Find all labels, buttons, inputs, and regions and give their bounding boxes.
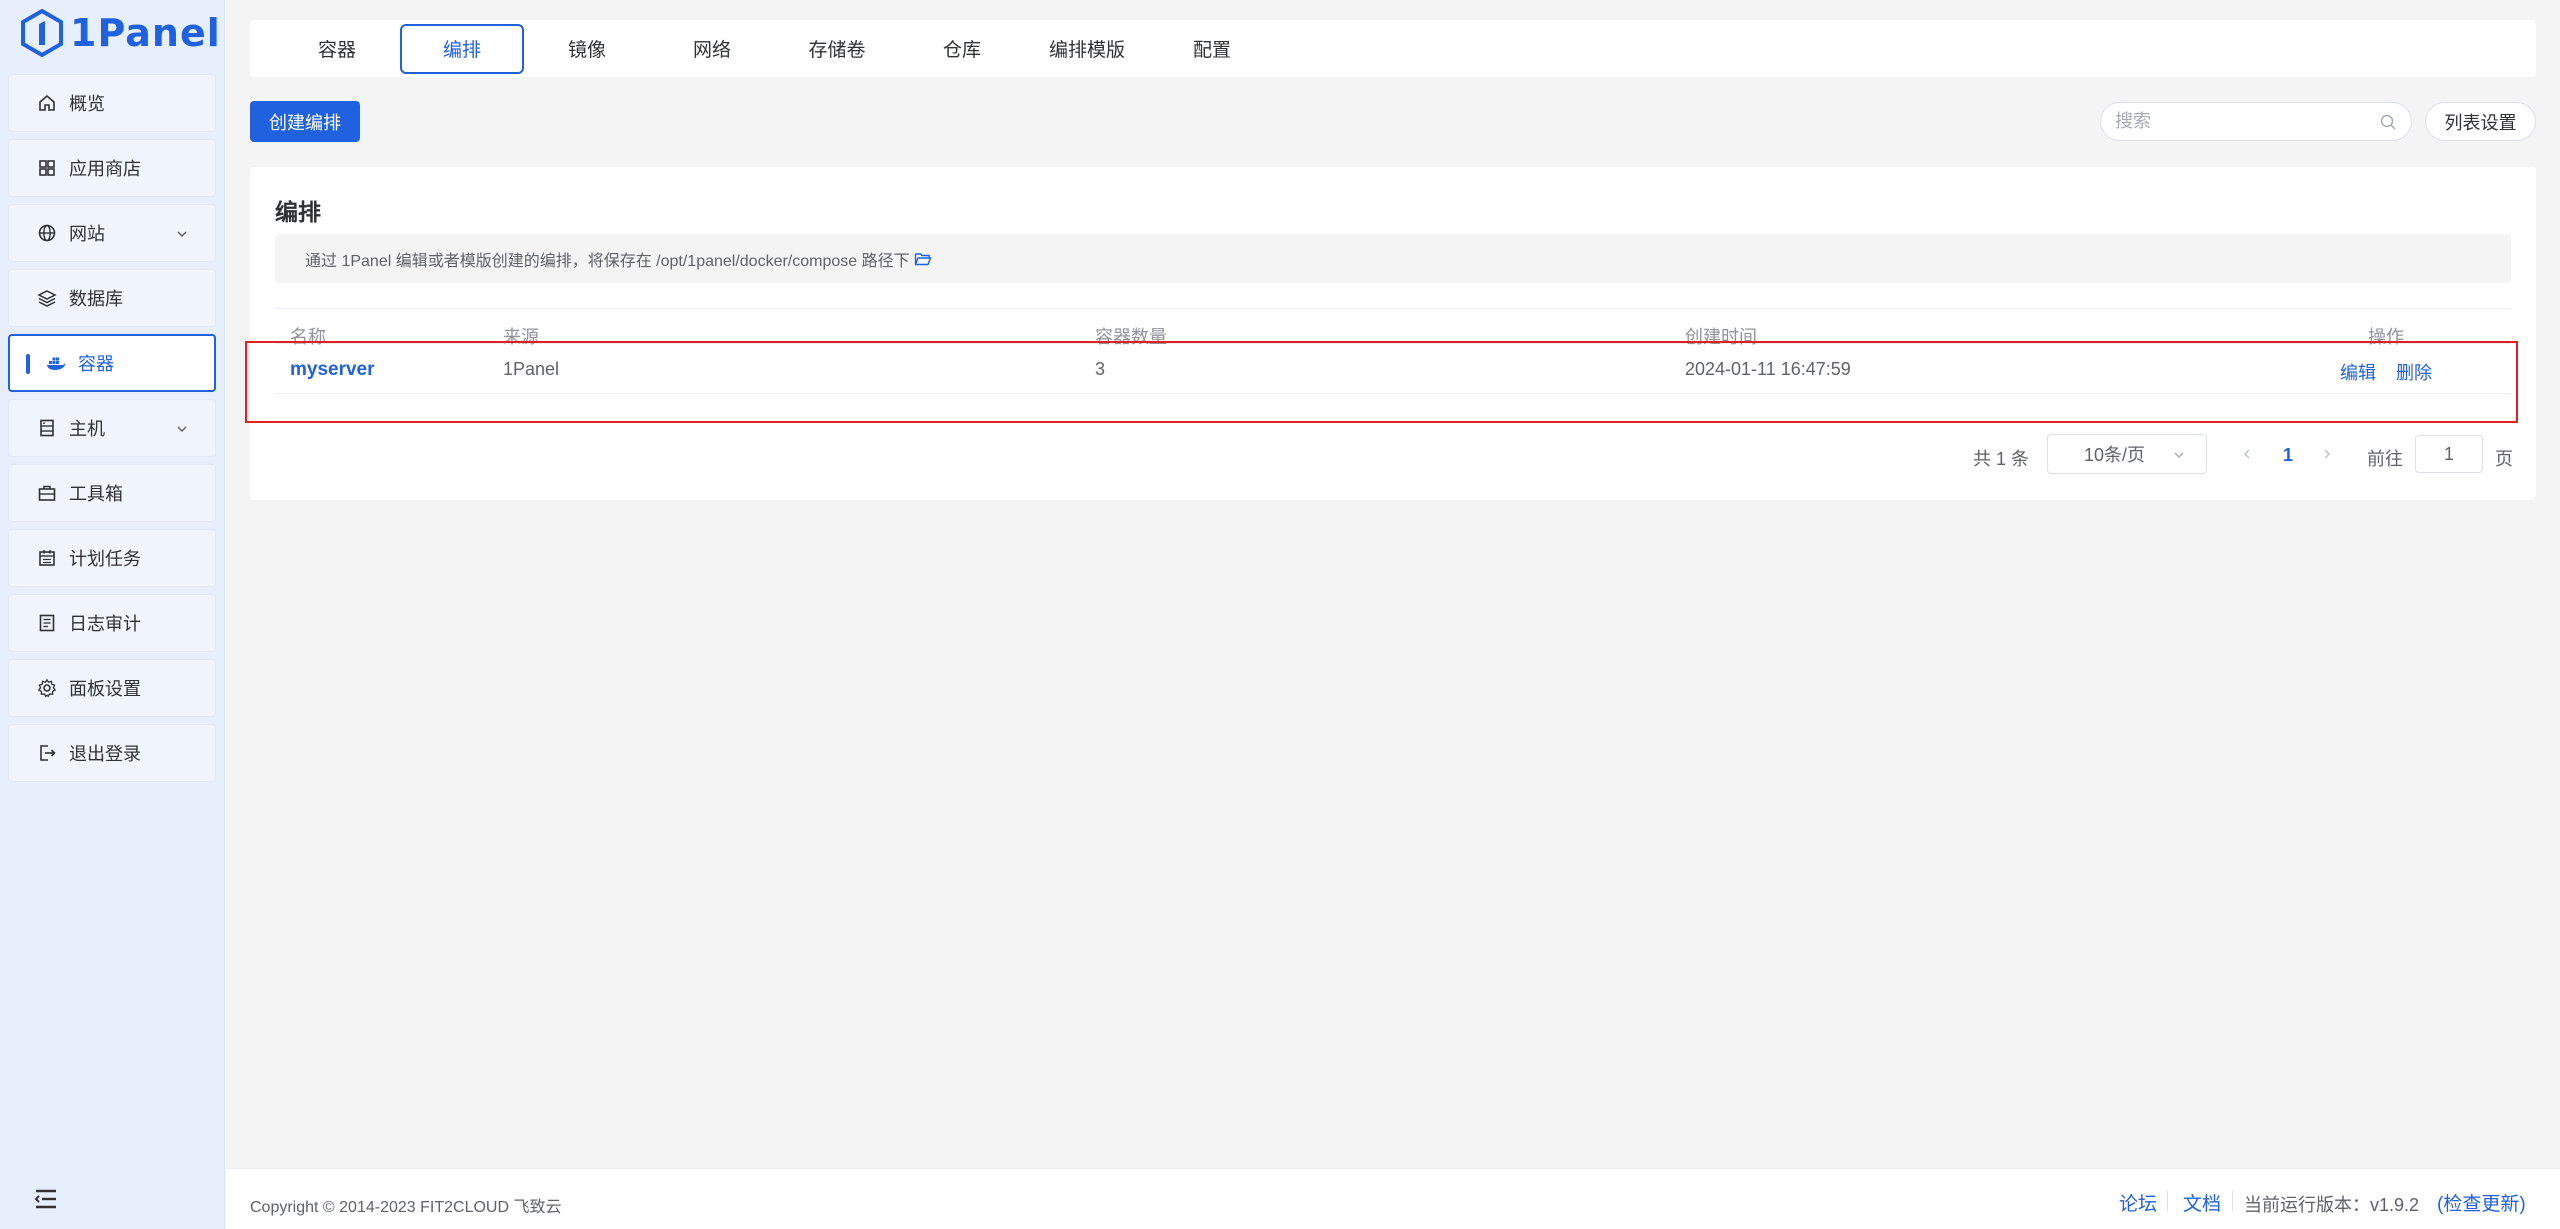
- tab-compose[interactable]: 编排: [400, 23, 524, 74]
- path-notice: 通过 1Panel 编辑或者模版创建的编排，将保存在 /opt/1panel/d…: [275, 234, 2511, 283]
- forum-link[interactable]: 论坛: [2119, 1189, 2157, 1216]
- chevron-down-icon: [177, 426, 187, 433]
- tab-volumes[interactable]: 存储卷: [775, 24, 899, 74]
- compose-source: 1Panel: [503, 359, 560, 379]
- sidebar-item-container[interactable]: 容器: [8, 334, 216, 392]
- collapse-menu-icon[interactable]: [34, 1188, 58, 1210]
- calendar-icon: [39, 550, 55, 566]
- tab-containers[interactable]: 容器: [275, 24, 399, 74]
- sidebar-item-overview[interactable]: 概览: [8, 74, 216, 132]
- search-input[interactable]: [2115, 111, 2379, 132]
- table-header: 名称 来源 容器数量 创建时间 操作: [275, 308, 2511, 347]
- tab-repositories[interactable]: 仓库: [900, 24, 1024, 74]
- sidebar-item-website[interactable]: 网站: [8, 204, 216, 262]
- notice-text: 通过 1Panel 编辑或者模版创建的编排，将保存在 /opt/1panel/d…: [305, 252, 910, 270]
- sidebar-item-app-store[interactable]: 应用商店: [8, 139, 216, 197]
- compose-created-time: 2024-01-11 16:47:59: [1685, 359, 1851, 379]
- sidebar-item-label: 日志审计: [69, 614, 141, 634]
- logo[interactable]: 1Panel: [20, 8, 221, 58]
- page-size-select[interactable]: 10条/页: [2047, 434, 2207, 474]
- search-box: [2100, 102, 2412, 141]
- pagination: 共 1 条 10条/页 1 前往 页: [250, 434, 2536, 474]
- page-size-value: 10条/页: [2084, 445, 2146, 465]
- grid-icon: [39, 160, 55, 176]
- log-icon: [39, 614, 55, 632]
- toolbox-icon: [38, 485, 56, 501]
- edit-link[interactable]: 编辑: [2340, 359, 2376, 385]
- globe-icon: [38, 224, 56, 242]
- active-indicator: [26, 354, 30, 374]
- page-number-current[interactable]: 1: [2283, 445, 2293, 466]
- sidebar-item-label: 数据库: [69, 289, 123, 309]
- footer-divider: [2167, 1191, 2168, 1211]
- sidebar-item-cron[interactable]: 计划任务: [8, 529, 216, 587]
- footer-divider: [2232, 1191, 2233, 1211]
- sidebar-menu: 概览 应用商店 网站 数据库 容器 主机 工具箱 计划任务 日志审计 面板设置 …: [8, 74, 216, 789]
- delete-link[interactable]: 删除: [2396, 359, 2432, 385]
- sidebar-item-label: 工具箱: [69, 484, 123, 504]
- layers-icon: [37, 290, 57, 307]
- compose-card: 编排 通过 1Panel 编辑或者模版创建的编排，将保存在 /opt/1pane…: [250, 167, 2536, 500]
- sidebar-item-host[interactable]: 主机: [8, 399, 216, 457]
- compose-table: 名称 来源 容器数量 创建时间 操作 myserver 1Panel 3 202…: [275, 308, 2511, 394]
- search-icon[interactable]: [2379, 113, 2397, 131]
- docs-link[interactable]: 文档: [2183, 1189, 2221, 1216]
- check-update-link[interactable]: (检查更新): [2437, 1189, 2526, 1216]
- tab-networks[interactable]: 网络: [650, 24, 774, 74]
- sidebar-item-logout[interactable]: 退出登录: [8, 724, 216, 782]
- home-icon: [39, 94, 55, 111]
- footer: Copyright © 2014-2023 FIT2CLOUD 飞致云 论坛 文…: [226, 1168, 2560, 1229]
- sidebar-item-label: 网站: [69, 224, 105, 244]
- tab-config[interactable]: 配置: [1150, 24, 1274, 74]
- create-compose-button[interactable]: 创建编排: [250, 101, 360, 142]
- logo-text: 1Panel: [70, 11, 221, 55]
- sidebar-item-label: 主机: [69, 419, 105, 439]
- top-tabs: 容器 编排 镜像 网络 存储卷 仓库 编排模版 配置: [250, 20, 2536, 77]
- server-icon: [40, 419, 54, 437]
- version-label: 当前运行版本：v1.9.2: [2244, 1195, 2420, 1215]
- logout-icon: [40, 745, 56, 761]
- table-row: myserver 1Panel 3 2024-01-11 16:47:59 编辑…: [275, 344, 2511, 394]
- sidebar-item-label: 计划任务: [69, 549, 141, 569]
- goto-page-input[interactable]: [2415, 435, 2483, 473]
- tab-compose-templates[interactable]: 编排模版: [1025, 24, 1149, 74]
- sidebar-item-log-audit[interactable]: 日志审计: [8, 594, 216, 652]
- goto-label: 前往: [2367, 449, 2403, 469]
- chevron-down-icon: [2174, 452, 2184, 459]
- compose-name-link[interactable]: myserver: [290, 359, 375, 381]
- sidebar: 1Panel 概览 应用商店 网站 数据库 容器 主机 工具箱 计划任务 日志审…: [0, 0, 225, 1229]
- sidebar-item-label: 退出登录: [69, 744, 141, 764]
- sidebar-item-label: 应用商店: [69, 159, 141, 179]
- next-page-icon[interactable]: [2320, 447, 2334, 461]
- sidebar-item-toolbox[interactable]: 工具箱: [8, 464, 216, 522]
- card-title: 编排: [275, 199, 321, 225]
- copyright-text: Copyright © 2014-2023 FIT2CLOUD 飞致云: [250, 1199, 562, 1216]
- sidebar-item-database[interactable]: 数据库: [8, 269, 216, 327]
- prev-page-icon[interactable]: [2240, 447, 2254, 461]
- logo-icon: [21, 9, 63, 57]
- sidebar-item-label: 概览: [69, 94, 105, 114]
- sidebar-item-panel-settings[interactable]: 面板设置: [8, 659, 216, 717]
- chevron-down-icon: [177, 231, 187, 238]
- docker-icon: [47, 357, 66, 370]
- list-settings-button[interactable]: 列表设置: [2425, 102, 2536, 141]
- compose-container-count: 3: [1095, 359, 1106, 379]
- pagination-total: 共 1 条: [1973, 449, 2030, 469]
- gear-icon: [37, 678, 57, 698]
- tab-images[interactable]: 镜像: [525, 24, 649, 74]
- sidebar-item-label: 面板设置: [69, 679, 141, 699]
- folder-open-icon[interactable]: [914, 251, 932, 267]
- page-suffix-label: 页: [2495, 449, 2513, 469]
- sidebar-item-label: 容器: [78, 354, 114, 374]
